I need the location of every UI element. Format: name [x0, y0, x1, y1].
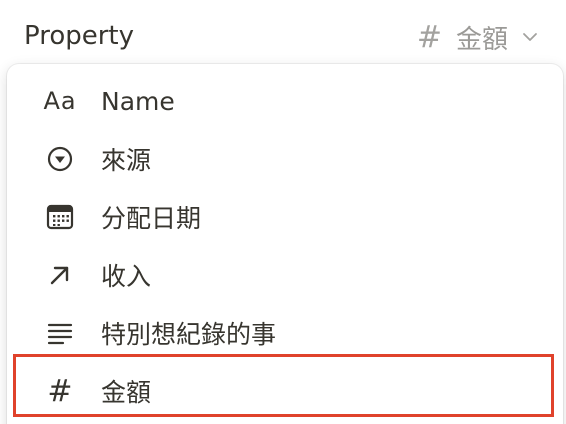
menu-item-label: Name — [101, 86, 175, 116]
menu-item-income[interactable]: 收入 — [7, 246, 563, 304]
menu-item-name[interactable]: Aa Name — [7, 72, 563, 130]
property-label: Property — [24, 21, 135, 51]
property-header: Property # 金額 — [0, 0, 566, 66]
menu-item-label: 收入 — [101, 262, 152, 291]
menu-item-amount[interactable]: # 金額 — [7, 362, 563, 420]
menu-item-source[interactable]: 來源 — [7, 130, 563, 188]
menu-item-label: 來源 — [101, 146, 152, 175]
menu-item-notes[interactable]: 特別想紀錄的事 — [7, 304, 563, 362]
hash-icon: # — [47, 373, 73, 409]
arrow-up-right-icon — [43, 258, 77, 292]
select-circle-icon — [43, 142, 77, 176]
menu-item-label: 金額 — [101, 378, 152, 407]
property-type-dropdown[interactable]: # 金額 — [417, 17, 540, 57]
calendar-icon — [43, 200, 77, 234]
text-aa-icon: Aa — [43, 87, 77, 115]
menu-item-label: 特別想紀錄的事 — [101, 320, 277, 349]
hash-icon: # — [416, 19, 442, 55]
lines-icon — [43, 316, 77, 350]
property-type-value: 金額 — [455, 24, 508, 55]
menu-item-allocation-date[interactable]: 分配日期 — [7, 188, 563, 246]
property-panel: Property # 金額 Aa Name 來源 分配日期 收入 特別想紀錄的事… — [0, 0, 566, 424]
chevron-down-icon — [523, 33, 537, 41]
property-menu: Aa Name 來源 分配日期 收入 特別想紀錄的事 # 金額 — [7, 64, 563, 424]
menu-item-label: 分配日期 — [101, 204, 202, 233]
